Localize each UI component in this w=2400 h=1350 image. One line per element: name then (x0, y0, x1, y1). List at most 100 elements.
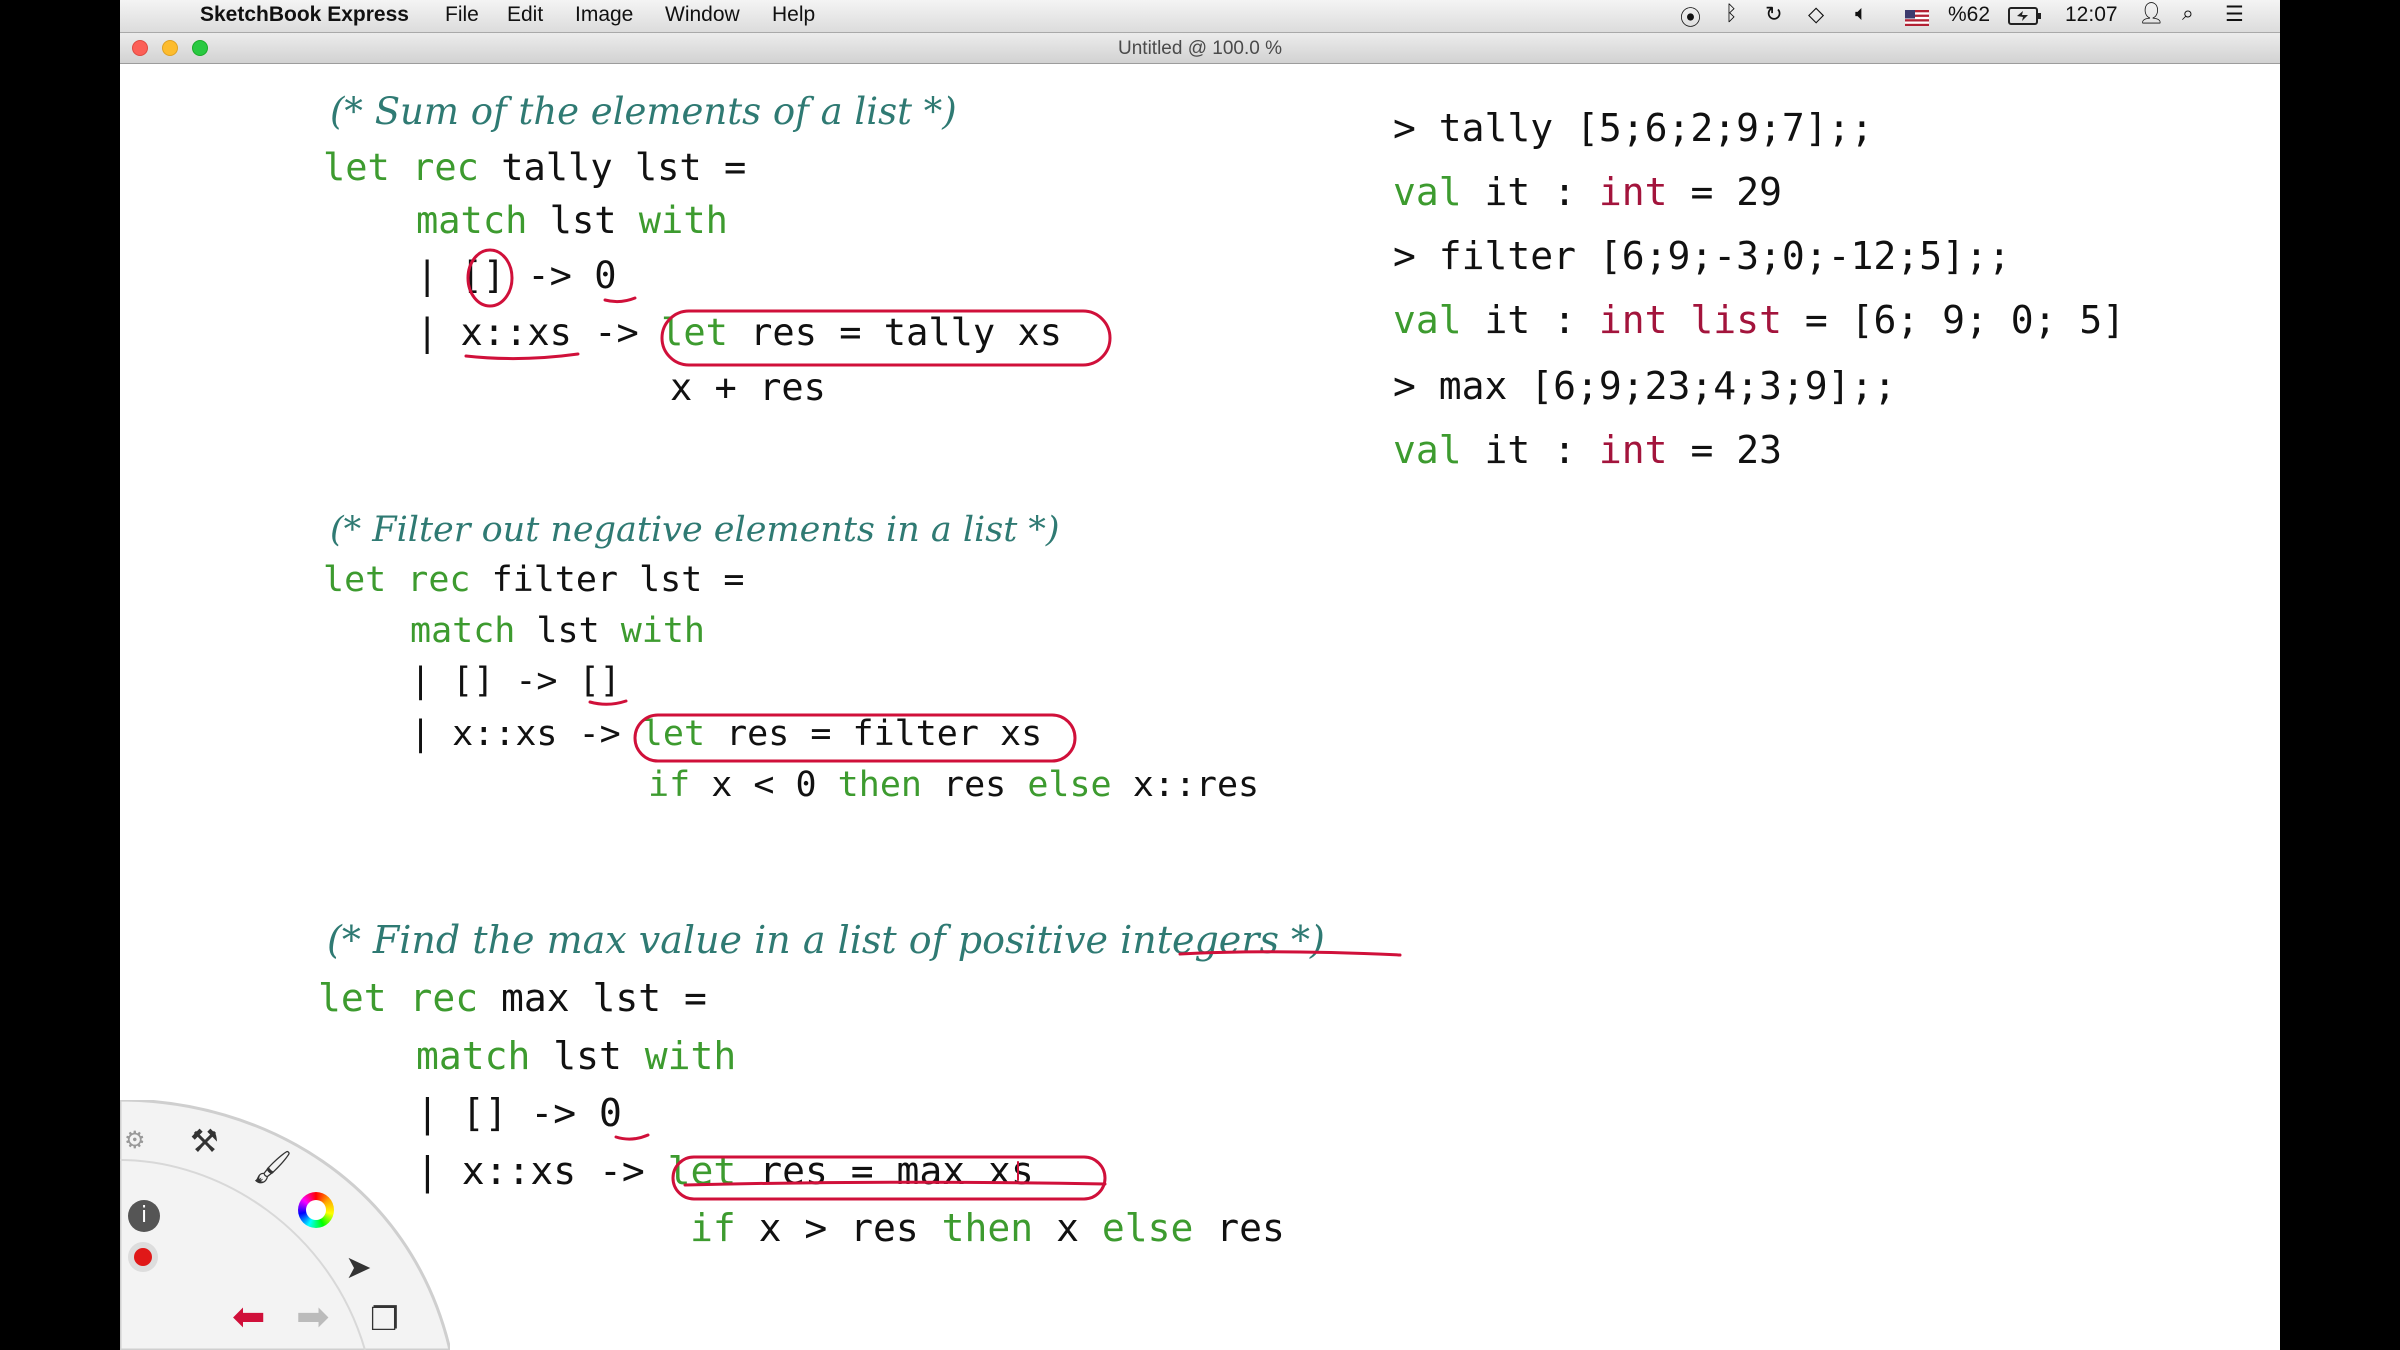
code-text: = 29 (1667, 170, 1782, 214)
undo-icon[interactable]: ⬅ (232, 1294, 266, 1340)
keyword: val (1393, 428, 1462, 472)
keyword: let (641, 714, 706, 754)
filter-line-5: if x < 0 then res else x::res (648, 765, 1259, 805)
code-text: | x::xs -> (416, 311, 662, 354)
user-icon[interactable]: 👤︎ (2138, 2, 2165, 26)
keyword: let (661, 311, 728, 354)
keyword: with (638, 199, 728, 242)
code-text: lst (527, 199, 639, 242)
battery-icon[interactable] (2008, 7, 2042, 31)
filter-line-4: | x::xs -> let res = filter xs (410, 714, 1042, 754)
code-text: = 23 (1667, 428, 1782, 472)
keyword: with (644, 1034, 737, 1078)
ink-underline-empty-list (588, 699, 628, 706)
settings-icon[interactable]: ⚙ (124, 1126, 146, 1154)
tally-line-3: | [] -> 0 (416, 254, 617, 297)
max-line-4: | x::xs -> let res = max xs (416, 1149, 1034, 1193)
battery-percent: %62 (1948, 3, 1991, 26)
spotlight-search-icon[interactable]: ⌕ (2182, 2, 2194, 26)
keyword: let rec (323, 560, 471, 600)
keyword: val (1393, 170, 1462, 214)
screen-record-icon[interactable]: ⦿ (1680, 2, 1701, 32)
menu-edit[interactable]: Edit (507, 3, 543, 27)
us-flag-icon[interactable] (1905, 8, 1929, 32)
toplevel-query-1: > tally [5;6;2;9;7];; (1393, 106, 1874, 150)
ink-underline-xxs (464, 352, 580, 361)
code-text: max lst = (478, 976, 707, 1020)
keyword: let rec (318, 976, 479, 1020)
struck-word: positive (957, 918, 1108, 962)
code-number: 0 (594, 254, 617, 297)
window-title-bar: Untitled @ 100.0 % (120, 33, 2280, 64)
tally-line-2: match lst with (416, 199, 728, 242)
keyword: match (410, 611, 516, 651)
tally-comment: (* Sum of the elements of a list *) (330, 90, 957, 133)
tally-line-4: | x::xs -> let res = tally xs (416, 311, 1062, 354)
code-text: it : (1461, 428, 1599, 472)
keyword: match (416, 199, 528, 242)
code-text: lst (530, 1034, 645, 1078)
marking-menu: ⚙ ⚒ 🖌︎ ⅰ ➤ ⬅ ➡ ❐ (120, 1100, 450, 1350)
max-line-5: if x > res then x else res (690, 1206, 1285, 1250)
menu-image[interactable]: Image (575, 3, 633, 27)
ink-underline-zero (603, 296, 637, 304)
menu-file[interactable]: File (445, 3, 479, 27)
keyword: let (667, 1149, 737, 1193)
filter-comment: (* Filter out negative elements in a lis… (330, 510, 1060, 550)
keyword: then (837, 765, 922, 805)
toplevel-answer-2: val it : int list = [6; 9; 0; 5] (1393, 298, 2125, 342)
filter-line-1: let rec filter lst = (323, 560, 744, 600)
color-wheel-icon[interactable] (298, 1192, 334, 1228)
bluetooth-icon[interactable]: ᛒ (1725, 2, 1738, 26)
keyword: then (941, 1206, 1034, 1250)
code-text: it : (1461, 298, 1599, 342)
redo-icon[interactable]: ➡ (296, 1294, 330, 1340)
code-text: x < 0 (690, 765, 838, 805)
wifi-icon[interactable]: ◇ (1808, 2, 1824, 27)
pointer-icon[interactable]: ➤ (345, 1248, 372, 1286)
code-text: | [] -> (416, 254, 595, 297)
keyword: if (648, 765, 691, 805)
keyword: match (416, 1034, 531, 1078)
keyword: else (1027, 765, 1112, 805)
screen: SketchBook Express File Edit Image Windo… (120, 0, 2280, 1350)
filter-line-3: | [] -> [] (410, 661, 621, 701)
app-menu[interactable]: SketchBook Express (200, 3, 409, 27)
code-text: lst (515, 611, 621, 651)
clock[interactable]: 12:07 (2065, 3, 2118, 27)
window-title: Untitled @ 100.0 % (1118, 38, 1282, 59)
menu-help[interactable]: Help (772, 3, 815, 27)
brush-icon[interactable]: 🖌︎ (252, 1148, 293, 1186)
keyword: else (1101, 1206, 1194, 1250)
type-name: int (1598, 170, 1668, 214)
menu-window[interactable]: Window (665, 3, 740, 27)
volume-icon[interactable]: 🔈︎ (1855, 2, 1868, 26)
tally-line-5: x + res (670, 366, 826, 409)
code-text: res = filter xs (705, 714, 1043, 754)
code-text: res (1193, 1206, 1285, 1250)
keyword: val (1393, 298, 1462, 342)
keyword: if (690, 1206, 736, 1250)
code-text: x (1033, 1206, 1102, 1250)
code-text: | x::xs -> (410, 714, 642, 754)
code-text: res = max xs (736, 1149, 1034, 1193)
layers-icon[interactable]: ❐ (370, 1300, 399, 1338)
code-text: it : (1461, 170, 1599, 214)
menu-bar: SketchBook Express File Edit Image Windo… (120, 0, 2280, 33)
record-icon[interactable] (128, 1242, 158, 1272)
code-text: res = tally xs (727, 311, 1063, 354)
filter-line-2: match lst with (410, 611, 705, 651)
comment-text: integers *) (1108, 918, 1325, 962)
info-icon[interactable]: ⅰ (128, 1200, 160, 1232)
tally-line-1: let rec tally lst = (323, 146, 746, 189)
code-text: = [6; 9; 0; 5] (1781, 298, 2126, 342)
notification-center-icon[interactable]: ☰ (2225, 2, 2244, 27)
code-text: x > res (735, 1206, 942, 1250)
max-line-1: let rec max lst = (318, 976, 707, 1020)
toplevel-answer-1: val it : int = 29 (1393, 170, 1782, 214)
tools-icon[interactable]: ⚒ (190, 1122, 219, 1160)
max-comment: (* Find the max value in a list of posit… (327, 918, 1325, 962)
time-machine-icon[interactable]: ↻ (1765, 2, 1783, 27)
max-line-2: match lst with (416, 1034, 736, 1078)
type-name: int list (1598, 298, 1782, 342)
